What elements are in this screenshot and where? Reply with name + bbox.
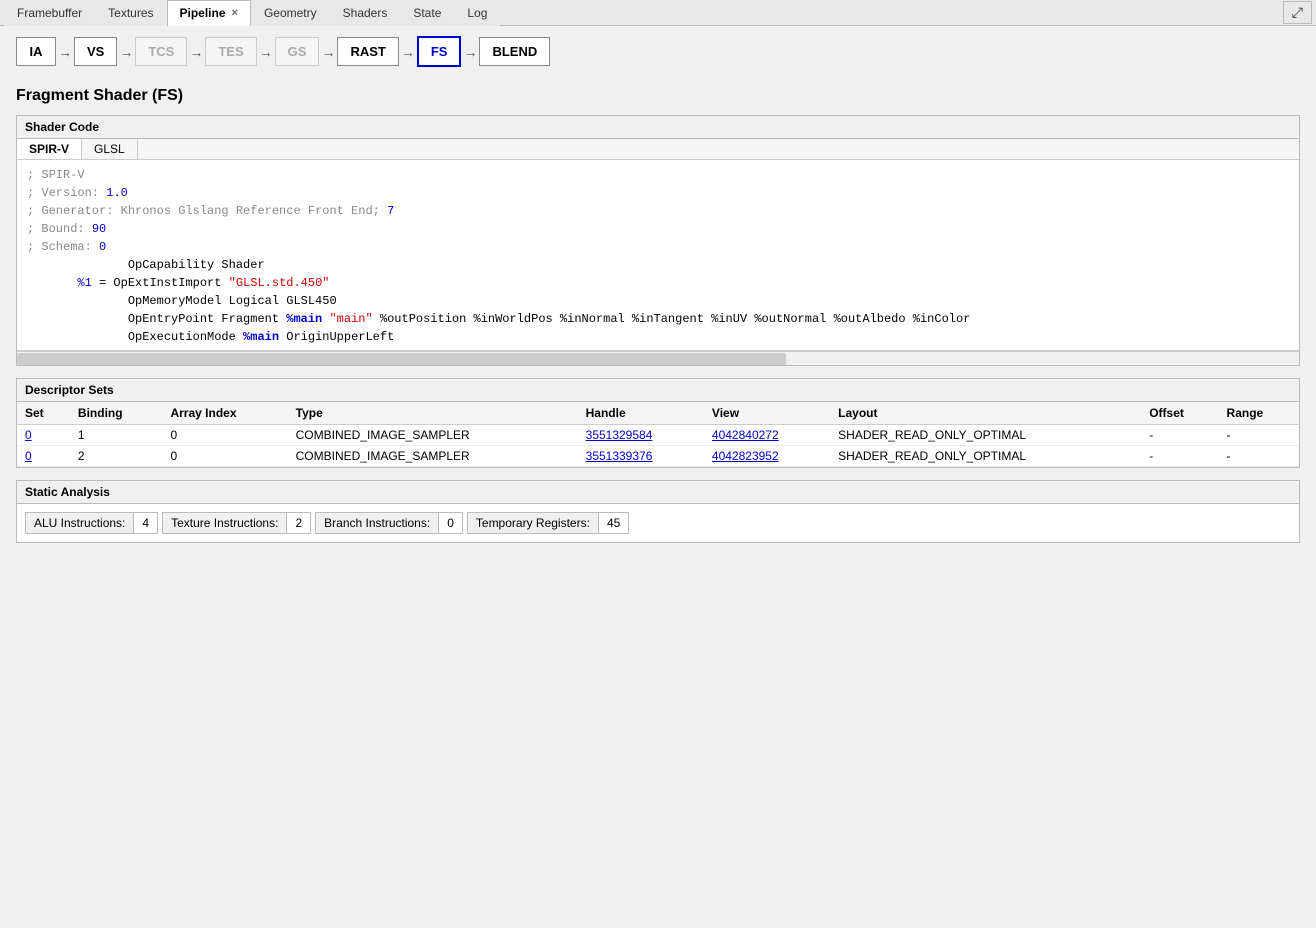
stat-item: Branch Instructions: 0: [315, 512, 463, 534]
col-array-index: Array Index: [162, 402, 287, 425]
arrow-3: →: [187, 44, 205, 60]
cell-range: -: [1219, 446, 1299, 467]
stat-value: 2: [287, 513, 310, 533]
cell-array-index: 0: [162, 446, 287, 467]
descriptor-sets-table: Set Binding Array Index Type Handle View…: [17, 402, 1299, 467]
stage-rast[interactable]: RAST: [337, 37, 398, 66]
stage-vs[interactable]: VS: [74, 37, 117, 66]
cell-set[interactable]: 0: [17, 425, 70, 446]
horizontal-scrollbar[interactable]: [17, 351, 1299, 365]
stage-ia[interactable]: IA: [16, 37, 56, 66]
tab-framebuffer[interactable]: Framebuffer: [4, 0, 95, 26]
tab-log[interactable]: Log: [454, 0, 500, 26]
cell-view[interactable]: 4042823952: [704, 446, 830, 467]
cell-handle[interactable]: 3551329584: [578, 425, 704, 446]
stage-tes[interactable]: TES: [205, 37, 256, 66]
expand-button[interactable]: ⤢: [1283, 1, 1312, 24]
stat-label: ALU Instructions:: [26, 513, 134, 533]
cell-offset: -: [1141, 446, 1218, 467]
static-analysis-label: Static Analysis: [17, 481, 1299, 504]
tab-shaders[interactable]: Shaders: [330, 0, 401, 26]
cell-set[interactable]: 0: [17, 446, 70, 467]
table-row: 0 2 0 COMBINED_IMAGE_SAMPLER 3551339376 …: [17, 446, 1299, 467]
cell-binding: 1: [70, 425, 163, 446]
tab-bar: Framebuffer Textures Pipeline × Geometry…: [0, 0, 1316, 26]
stage-tes-box[interactable]: TES: [205, 37, 256, 66]
col-range: Range: [1219, 402, 1299, 425]
cell-binding: 2: [70, 446, 163, 467]
arrow-1: →: [56, 44, 74, 60]
col-offset: Offset: [1141, 402, 1218, 425]
code-tabs: SPIR-V GLSL: [17, 139, 1299, 160]
shader-code-label: Shader Code: [17, 116, 1299, 139]
stat-label: Texture Instructions:: [163, 513, 287, 533]
stage-ia-box[interactable]: IA: [16, 37, 56, 66]
stage-vs-box[interactable]: VS: [74, 37, 117, 66]
stage-fs[interactable]: FS: [417, 36, 462, 67]
stat-label: Branch Instructions:: [316, 513, 439, 533]
stat-item: ALU Instructions: 4: [25, 512, 158, 534]
shader-code-group: Shader Code SPIR-V GLSL ; SPIR-V ; Versi…: [16, 115, 1300, 366]
stat-value: 0: [439, 513, 462, 533]
col-binding: Binding: [70, 402, 163, 425]
arrow-5: →: [319, 44, 337, 60]
cell-layout: SHADER_READ_ONLY_OPTIMAL: [830, 425, 1141, 446]
tab-state[interactable]: State: [400, 0, 454, 26]
cell-type: COMBINED_IMAGE_SAMPLER: [288, 446, 578, 467]
static-analysis-content: ALU Instructions: 4 Texture Instructions…: [17, 504, 1299, 542]
table-row: 0 1 0 COMBINED_IMAGE_SAMPLER 3551329584 …: [17, 425, 1299, 446]
cell-layout: SHADER_READ_ONLY_OPTIMAL: [830, 446, 1141, 467]
code-area[interactable]: ; SPIR-V ; Version: 1.0 ; Generator: Khr…: [17, 160, 980, 350]
stat-item: Temporary Registers: 45: [467, 512, 629, 534]
cell-handle[interactable]: 3551339376: [578, 446, 704, 467]
stage-gs-box[interactable]: GS: [275, 37, 320, 66]
cell-offset: -: [1141, 425, 1218, 446]
stage-tcs-box[interactable]: TCS: [135, 37, 187, 66]
stage-blend[interactable]: BLEND: [479, 37, 550, 66]
arrow-6: →: [399, 44, 417, 60]
cell-type: COMBINED_IMAGE_SAMPLER: [288, 425, 578, 446]
pipeline-bar: IA → VS → TCS → TES → GS → RAST → FS → B…: [0, 26, 1316, 77]
code-tab-glsl[interactable]: GLSL: [82, 139, 138, 159]
tab-geometry[interactable]: Geometry: [251, 0, 330, 26]
section-title: Fragment Shader (FS): [16, 87, 1300, 105]
stat-value: 4: [134, 513, 157, 533]
stat-item: Texture Instructions: 2: [162, 512, 311, 534]
cell-array-index: 0: [162, 425, 287, 446]
col-handle: Handle: [578, 402, 704, 425]
arrow-2: →: [117, 44, 135, 60]
col-layout: Layout: [830, 402, 1141, 425]
col-set: Set: [17, 402, 70, 425]
code-tab-spirv[interactable]: SPIR-V: [17, 139, 82, 159]
col-view: View: [704, 402, 830, 425]
stage-tcs[interactable]: TCS: [135, 37, 187, 66]
arrow-7: →: [461, 44, 479, 60]
tab-pipeline[interactable]: Pipeline ×: [167, 0, 251, 26]
col-type: Type: [288, 402, 578, 425]
stage-fs-box[interactable]: FS: [417, 36, 462, 67]
static-analysis-group: Static Analysis ALU Instructions: 4 Text…: [16, 480, 1300, 543]
stage-gs[interactable]: GS: [275, 37, 320, 66]
cell-range: -: [1219, 425, 1299, 446]
arrow-4: →: [257, 44, 275, 60]
tab-textures[interactable]: Textures: [95, 0, 166, 26]
close-pipeline-tab-icon[interactable]: ×: [232, 7, 238, 19]
cell-view[interactable]: 4042840272: [704, 425, 830, 446]
stat-value: 45: [599, 513, 628, 533]
stage-blend-box[interactable]: BLEND: [479, 37, 550, 66]
descriptor-sets-label: Descriptor Sets: [17, 379, 1299, 402]
descriptor-sets-group: Descriptor Sets Set Binding Array Index …: [16, 378, 1300, 468]
stage-rast-box[interactable]: RAST: [337, 37, 398, 66]
code-wrapper: ; SPIR-V ; Version: 1.0 ; Generator: Khr…: [17, 160, 1299, 351]
main-content: Fragment Shader (FS) Shader Code SPIR-V …: [0, 77, 1316, 565]
stat-label: Temporary Registers:: [468, 513, 599, 533]
